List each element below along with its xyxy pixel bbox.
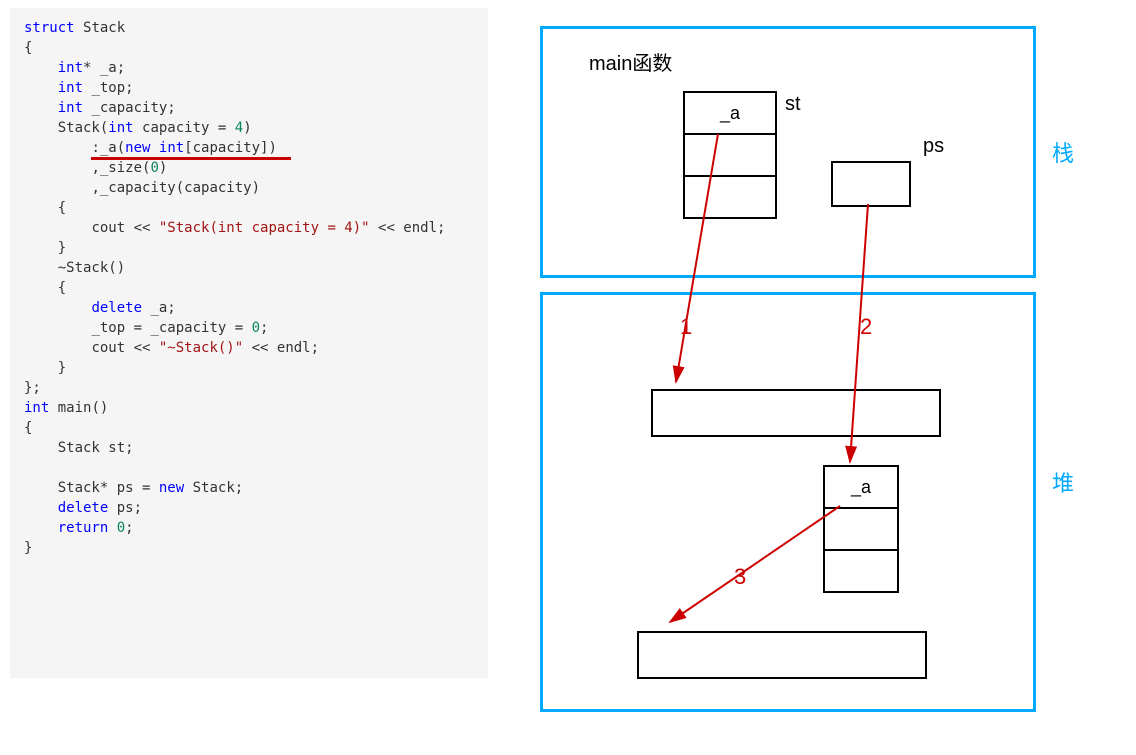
code-line: _top = _capacity = 0;: [24, 318, 474, 338]
field-top: [685, 135, 775, 177]
field-capacity: [685, 177, 775, 219]
code-line: Stack(int capacity = 4): [24, 118, 474, 138]
heap-field-a: _a: [825, 467, 897, 509]
code-line: ~Stack(): [24, 258, 474, 278]
code-line: struct Stack: [24, 18, 474, 38]
arrow-label-2: 2: [860, 314, 872, 340]
stack-label-chinese: 栈: [1052, 136, 1074, 168]
code-line: Stack st;: [24, 438, 474, 458]
heap-field-top: [825, 509, 897, 551]
code-line: {: [24, 38, 474, 58]
code-line: cout << "~Stack()" << endl;: [24, 338, 474, 358]
code-line: {: [24, 278, 474, 298]
stack-pointer-ps: [831, 161, 911, 207]
red-underline: [91, 157, 291, 160]
code-line: int _capacity;: [24, 98, 474, 118]
code-line: delete ps;: [24, 498, 474, 518]
heap-array-1: [651, 389, 941, 437]
heap-stack-object: _a: [823, 465, 899, 593]
heap-array-3: [637, 631, 927, 679]
arrow-label-3: 3: [734, 564, 746, 590]
code-block: struct Stack { int* _a; int _top; int _c…: [10, 8, 488, 678]
memory-diagram: main函数 _a st ps _a 栈 堆 1 2 3: [540, 26, 1130, 726]
code-line: {: [24, 198, 474, 218]
variable-label-ps: ps: [923, 135, 944, 158]
code-line: };: [24, 378, 474, 398]
arrow-label-1: 1: [680, 314, 692, 340]
code-line: [24, 458, 474, 478]
code-line: }: [24, 538, 474, 558]
main-function-label: main函数: [589, 47, 672, 76]
stack-region: main函数 _a st ps: [540, 26, 1036, 278]
code-line: int* _a;: [24, 58, 474, 78]
code-line: }: [24, 358, 474, 378]
stack-object-st: _a: [683, 91, 777, 219]
code-line: delete _a;: [24, 298, 474, 318]
code-line: Stack* ps = new Stack;: [24, 478, 474, 498]
code-line: {: [24, 418, 474, 438]
heap-field-capacity: [825, 551, 897, 593]
code-line: }: [24, 238, 474, 258]
field-a: _a: [685, 93, 775, 135]
heap-region: _a: [540, 292, 1036, 712]
variable-label-st: st: [785, 93, 801, 116]
code-line: return 0;: [24, 518, 474, 538]
code-line-highlighted: :_a(new int[capacity]): [24, 138, 474, 158]
code-line: ,_capacity(capacity): [24, 178, 474, 198]
code-line: cout << "Stack(int capacity = 4)" << end…: [24, 218, 474, 238]
code-line: int main(): [24, 398, 474, 418]
code-line: int _top;: [24, 78, 474, 98]
heap-label-chinese: 堆: [1052, 466, 1074, 498]
code-line: ,_size(0): [24, 158, 474, 178]
